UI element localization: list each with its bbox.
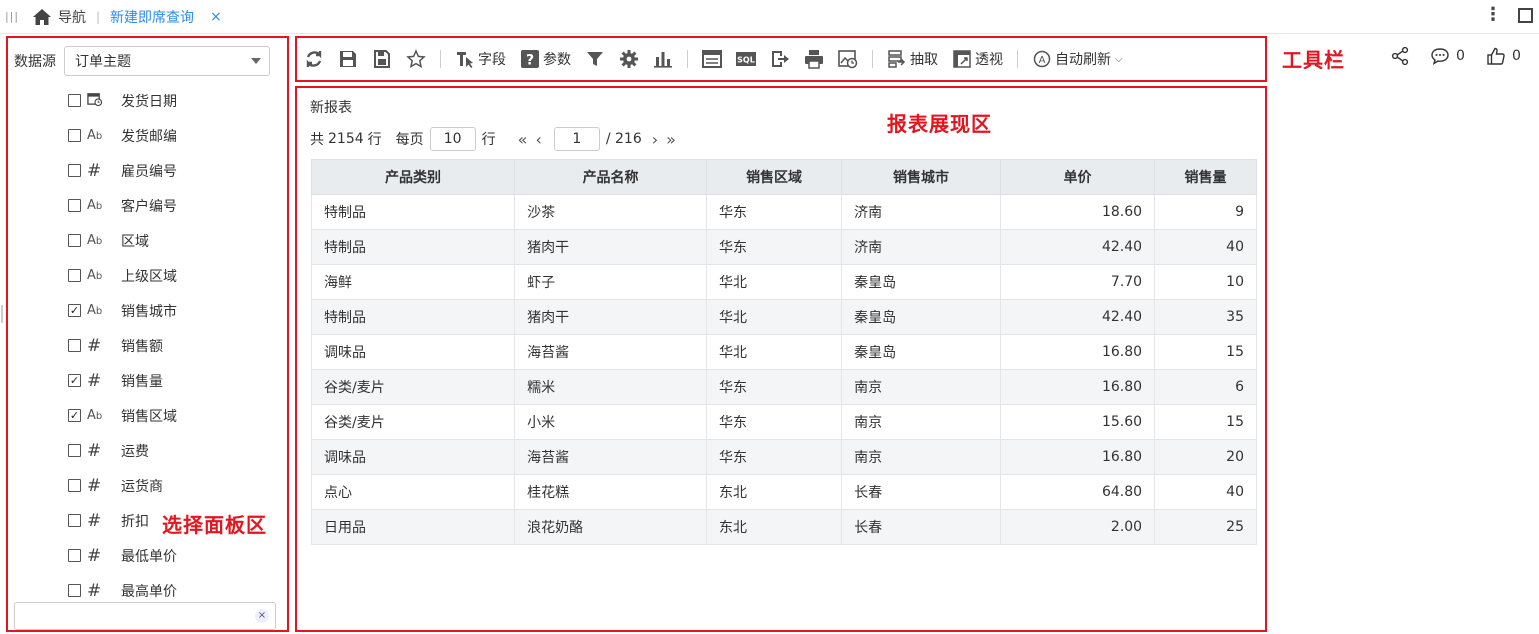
like-count: 0 [1512, 48, 1521, 64]
window-controls: ⋮ [1484, 6, 1533, 24]
comment-button[interactable]: 0 [1430, 46, 1465, 66]
home-nav[interactable]: 导航 [32, 7, 86, 27]
panel-resize-handle[interactable] [1, 305, 3, 323]
more-options-icon[interactable]: ⋮ [1484, 6, 1502, 24]
tab-new-adhoc-query[interactable]: 新建即席查询 [110, 7, 194, 27]
menu-grip-icon[interactable]: ||| [2, 10, 22, 23]
share-icon [1391, 46, 1409, 66]
top-tab-bar: ||| 导航 | 新建即席查询 × ⋮ [0, 0, 1539, 34]
home-icon [33, 8, 51, 25]
annotation-toolbar-label: 工具栏 [1282, 48, 1345, 72]
thumbs-up-icon [1487, 47, 1505, 65]
comment-count: 0 [1456, 48, 1465, 64]
annotation-report-label: 报表展现区 [887, 112, 992, 136]
annotation-box-panel [6, 36, 289, 632]
annotation-box-toolbar [295, 36, 1267, 82]
tab-close-icon[interactable]: × [210, 9, 222, 25]
tab-divider: | [96, 9, 101, 24]
maximize-icon[interactable] [1518, 7, 1533, 23]
share-button[interactable] [1390, 46, 1410, 66]
annotation-box-report [295, 86, 1267, 632]
nav-label: 导航 [58, 9, 86, 26]
annotation-panel-label: 选择面板区 [162, 513, 267, 537]
comment-icon [1431, 48, 1449, 66]
like-button[interactable]: 0 [1486, 46, 1521, 66]
